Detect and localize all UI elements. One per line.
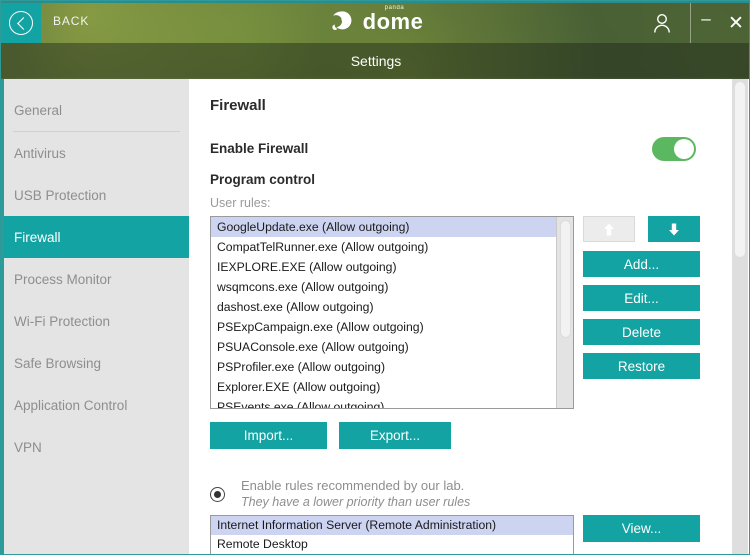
brand-logo: panda dome bbox=[329, 5, 424, 36]
list-item[interactable]: PSEvents.exe (Allow outgoing) bbox=[211, 397, 556, 408]
user-rules-list: GoogleUpdate.exe (Allow outgoing) Compat… bbox=[211, 217, 556, 408]
title-bar: BACK panda dome – ✕ Settings bbox=[1, 1, 749, 79]
dome-settings-window: BACK panda dome – ✕ Settings General Ant… bbox=[0, 0, 750, 555]
recommended-rules-radio[interactable] bbox=[210, 487, 225, 502]
firewall-settings-panel: Firewall Enable Firewall Program control… bbox=[189, 79, 749, 554]
list-item[interactable]: IEXPLORE.EXE (Allow outgoing) bbox=[211, 257, 556, 277]
sidebar-item-general[interactable]: General bbox=[4, 89, 189, 131]
sidebar-item-process-monitor[interactable]: Process Monitor bbox=[4, 258, 189, 300]
sidebar-item-antivirus[interactable]: Antivirus bbox=[4, 132, 189, 174]
delete-rule-button[interactable]: Delete bbox=[583, 319, 700, 345]
sidebar-item-label: Process Monitor bbox=[14, 271, 112, 287]
user-rules-scrollbar-thumb[interactable] bbox=[560, 220, 571, 338]
back-button[interactable] bbox=[1, 3, 41, 43]
move-rule-down-button[interactable] bbox=[648, 216, 700, 242]
settings-title: Settings bbox=[350, 53, 402, 69]
arrow-down-icon bbox=[669, 223, 679, 235]
sidebar-item-label: VPN bbox=[14, 439, 42, 455]
sidebar-item-usb-protection[interactable]: USB Protection bbox=[4, 174, 189, 216]
brand-sub-label: panda bbox=[384, 5, 405, 11]
list-item[interactable]: Remote Desktop bbox=[211, 535, 573, 554]
list-item[interactable]: PSUAConsole.exe (Allow outgoing) bbox=[211, 337, 556, 357]
enable-firewall-row: Enable Firewall bbox=[210, 137, 722, 161]
back-button-label[interactable]: BACK bbox=[53, 14, 89, 28]
page-scrollbar[interactable] bbox=[732, 79, 748, 554]
sidebar-item-label: Application Control bbox=[14, 397, 128, 413]
toggle-knob bbox=[674, 139, 694, 159]
arrow-up-icon bbox=[604, 223, 614, 235]
close-button[interactable]: ✕ bbox=[721, 3, 749, 43]
page-scrollbar-thumb[interactable] bbox=[735, 82, 745, 257]
program-control-heading: Program control bbox=[210, 172, 316, 187]
import-rules-button[interactable]: Import... bbox=[210, 422, 327, 449]
user-rules-label: User rules: bbox=[210, 196, 271, 210]
sidebar-item-safe-browsing[interactable]: Safe Browsing bbox=[4, 342, 189, 384]
radio-dot bbox=[214, 491, 221, 498]
restore-rules-button[interactable]: Restore bbox=[583, 353, 700, 379]
view-recommended-rule-button[interactable]: View... bbox=[583, 515, 700, 542]
list-item[interactable]: dashost.exe (Allow outgoing) bbox=[211, 297, 556, 317]
user-rules-listbox[interactable]: GoogleUpdate.exe (Allow outgoing) Compat… bbox=[210, 216, 574, 409]
settings-sidebar: General Antivirus USB Protection Firewal… bbox=[1, 79, 189, 554]
list-item[interactable]: GoogleUpdate.exe (Allow outgoing) bbox=[211, 217, 556, 237]
brand-main-label: dome bbox=[362, 9, 424, 34]
recommended-rules-line2: They have a lower priority than user rul… bbox=[241, 495, 471, 509]
enable-firewall-label: Enable Firewall bbox=[210, 141, 309, 156]
brand-wordmark: panda dome bbox=[362, 5, 424, 36]
list-item[interactable]: wsqmcons.exe (Allow outgoing) bbox=[211, 277, 556, 297]
sidebar-item-wifi-protection[interactable]: Wi-Fi Protection bbox=[4, 300, 189, 342]
user-account-icon bbox=[654, 13, 670, 33]
sidebar-item-label: Safe Browsing bbox=[14, 355, 102, 371]
list-item[interactable]: PSExpCampaign.exe (Allow outgoing) bbox=[211, 317, 556, 337]
sidebar-item-label: USB Protection bbox=[14, 187, 107, 203]
chevron-left-circle-icon bbox=[9, 11, 33, 35]
panda-logo-icon bbox=[332, 11, 352, 31]
edit-rule-button[interactable]: Edit... bbox=[583, 285, 700, 311]
sidebar-item-label: Firewall bbox=[14, 229, 61, 245]
sidebar-item-firewall[interactable]: Firewall bbox=[4, 216, 189, 258]
enable-firewall-toggle[interactable] bbox=[652, 137, 696, 161]
list-item[interactable]: Explorer.EXE (Allow outgoing) bbox=[211, 377, 556, 397]
sidebar-item-vpn[interactable]: VPN bbox=[4, 426, 189, 468]
sidebar-item-label: Antivirus bbox=[14, 145, 66, 161]
recommended-rules-line1: Enable rules recommended by our lab. bbox=[241, 478, 465, 493]
add-rule-button[interactable]: Add... bbox=[583, 251, 700, 277]
move-rule-up-button[interactable] bbox=[583, 216, 635, 242]
window-controls: – ✕ bbox=[634, 3, 749, 43]
user-rules-scrollbar[interactable] bbox=[556, 217, 573, 408]
minimize-button[interactable]: – bbox=[691, 3, 721, 43]
settings-header-band: Settings bbox=[1, 43, 749, 79]
list-item[interactable]: CompatTelRunner.exe (Allow outgoing) bbox=[211, 237, 556, 257]
sidebar-item-label: Wi-Fi Protection bbox=[14, 313, 111, 329]
sidebar-item-label: General bbox=[14, 102, 63, 118]
export-rules-button[interactable]: Export... bbox=[339, 422, 451, 449]
list-item[interactable]: PSProfiler.exe (Allow outgoing) bbox=[211, 357, 556, 377]
sidebar-item-application-control[interactable]: Application Control bbox=[4, 384, 189, 426]
page-title: Firewall bbox=[210, 97, 266, 114]
list-item[interactable]: Internet Information Server (Remote Admi… bbox=[211, 516, 573, 535]
recommended-rules-listbox[interactable]: Internet Information Server (Remote Admi… bbox=[210, 515, 574, 554]
user-account-button[interactable] bbox=[634, 3, 690, 43]
